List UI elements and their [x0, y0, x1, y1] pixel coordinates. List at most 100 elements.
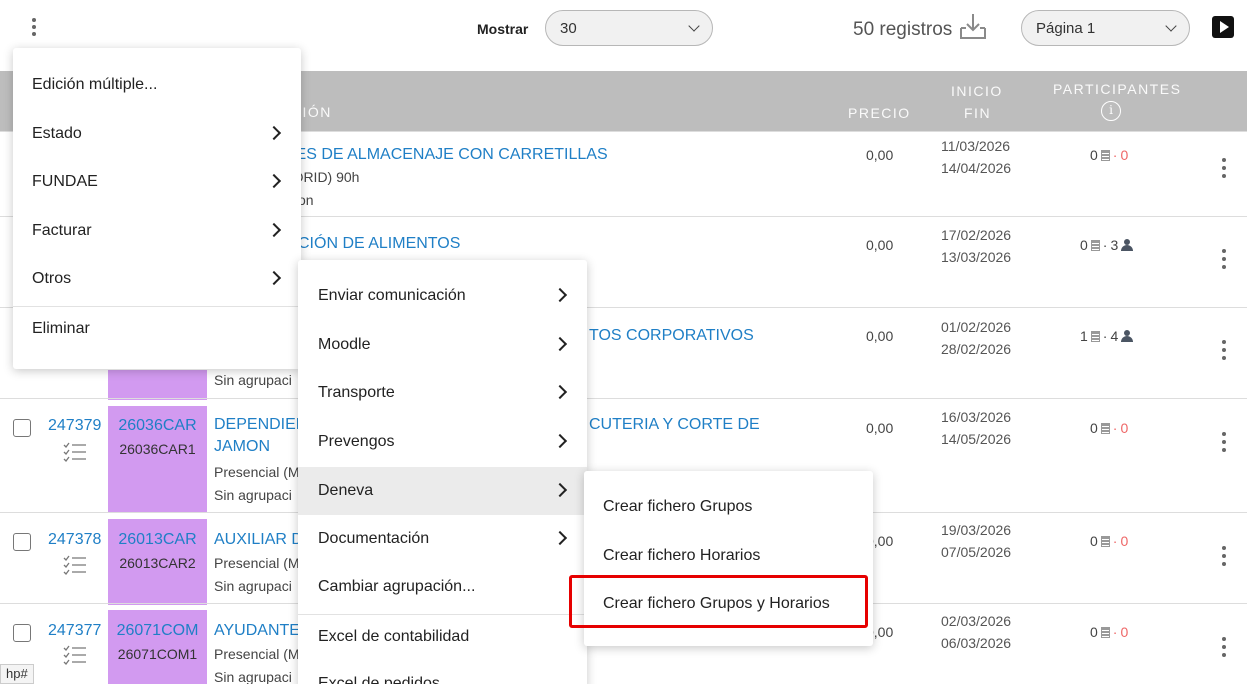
menu-item-label: Transporte [318, 384, 395, 401]
row-title-line2[interactable]: JAMON [214, 436, 270, 458]
row-participants: 0 · 0 [1090, 420, 1129, 436]
menu-item-excel-contabilidad[interactable]: Excel de contabilidad [298, 613, 587, 661]
chevron-right-icon [552, 433, 568, 449]
row-id-link[interactable]: 247379 [48, 417, 101, 435]
row-actions-kebab-icon[interactable] [1219, 432, 1229, 452]
row-title[interactable]: AYUDANTE [214, 620, 300, 642]
menu-item-moodle[interactable]: Moodle [298, 321, 587, 369]
checklist-icon[interactable] [62, 554, 88, 576]
chevron-right-icon [552, 287, 568, 303]
companies-count: 1 [1080, 328, 1088, 344]
col-precio[interactable]: PRECIO [848, 105, 911, 121]
menu-item-edicion-multiple[interactable]: Edición múltiple... [13, 61, 301, 109]
row-actions-kebab-icon[interactable] [1219, 158, 1229, 178]
row-dates: 01/02/2026 28/02/2026 [941, 316, 1011, 360]
row-actions-kebab-icon[interactable] [1219, 340, 1229, 360]
row-title[interactable]: DEPENDIEN [214, 414, 307, 436]
companies-count: 0 [1090, 533, 1098, 549]
menu-item-cambiar-agrupacion[interactable]: Cambiar agrupación... [298, 563, 587, 611]
row-modality: Presencial (M [214, 646, 300, 662]
menu-item-otros[interactable]: Otros [13, 255, 301, 303]
building-icon [1090, 330, 1100, 342]
row-checkbox[interactable] [13, 533, 31, 551]
row-code[interactable]: 26071COM [108, 622, 207, 640]
checklist-icon[interactable] [62, 441, 88, 463]
row-title[interactable]: CIÓN DE ALIMENTOS [298, 233, 460, 255]
row-start-date: 02/03/2026 [941, 613, 1012, 629]
row-dates: 19/03/2026 07/05/2026 [941, 519, 1011, 563]
row-end-date: 28/02/2026 [941, 341, 1012, 357]
checklist-icon[interactable] [62, 644, 88, 666]
row-end-date: 06/03/2026 [941, 635, 1012, 651]
chevron-down-icon [688, 20, 700, 32]
row-checkbox[interactable] [13, 419, 31, 437]
row-title[interactable]: NES DE ALMACENAJE CON CARRETILLAS [284, 144, 608, 166]
chevron-right-icon [266, 270, 282, 286]
bulk-actions-kebab-icon[interactable] [24, 14, 44, 40]
menu-item-label: Edición múltiple... [32, 76, 158, 93]
menu-item-label: Enviar comunicación [318, 287, 466, 304]
row-title[interactable]: AUXILIAR D [214, 529, 303, 551]
menu-item-crear-fichero-horarios[interactable]: Crear fichero Horarios [584, 532, 873, 580]
menu-item-enviar-comunicacion[interactable]: Enviar comunicación [298, 272, 587, 320]
menu-item-transporte[interactable]: Transporte [298, 369, 587, 417]
person-icon [1121, 330, 1134, 342]
page-select[interactable]: Página 1 [1021, 10, 1190, 46]
next-page-button[interactable] [1212, 16, 1234, 38]
row-title[interactable]: TOS CORPORATIVOS [589, 325, 754, 347]
chevron-right-icon [552, 384, 568, 400]
row-dates: 02/03/2026 06/03/2026 [941, 610, 1011, 654]
menu-item-prevengos[interactable]: Prevengos [298, 418, 587, 466]
row-dates: 16/03/2026 14/05/2026 [941, 406, 1011, 450]
menu-item-eliminar[interactable]: Eliminar [13, 305, 301, 353]
menu-item-label: Crear fichero Grupos [603, 498, 753, 515]
bulk-actions-menu: Edición múltiple... Estado FUNDAE Factur… [13, 48, 301, 369]
col-participantes: PARTICIPANTES [1053, 81, 1182, 97]
row-end-date: 13/03/2026 [941, 249, 1012, 265]
row-participants: 0 · 0 [1090, 624, 1129, 640]
row-code-box: 26013CAR 26013CAR2 [108, 519, 207, 605]
menu-item-label: Excel de pedidos [318, 675, 440, 684]
row-checkbox[interactable] [13, 624, 31, 642]
menu-item-label: Deneva [318, 482, 374, 499]
next-arrow-icon [1219, 21, 1229, 33]
row-actions-kebab-icon[interactable] [1219, 637, 1229, 657]
menu-item-estado[interactable]: Estado [13, 110, 301, 158]
row-end-date: 07/05/2026 [941, 544, 1012, 560]
col-inicio[interactable]: INICIO [951, 83, 1003, 99]
menu-item-label: Eliminar [32, 320, 90, 337]
row-dates: 17/02/2026 13/03/2026 [941, 224, 1011, 268]
people-count: 0 [1120, 420, 1129, 436]
building-icon [1100, 422, 1110, 434]
info-icon[interactable]: i [1101, 101, 1121, 121]
row-id-link[interactable]: 247378 [48, 531, 101, 549]
menu-item-facturar[interactable]: Facturar [13, 207, 301, 255]
page-size-select[interactable]: 30 [545, 10, 713, 46]
row-participants: 0 · 3 [1080, 237, 1134, 253]
row-start-date: 19/03/2026 [941, 522, 1012, 538]
row-dates: 11/03/2026 14/04/2026 [941, 135, 1011, 179]
row-id-link[interactable]: 247377 [48, 622, 101, 640]
menu-item-deneva[interactable]: Deneva [298, 467, 587, 515]
row-start-date: 16/03/2026 [941, 409, 1012, 425]
row-code[interactable]: 26036CAR [108, 417, 207, 435]
chevron-right-icon [266, 222, 282, 238]
row-group: Sin agrupaci [214, 578, 292, 594]
menu-item-fundae[interactable]: FUNDAE [13, 158, 301, 206]
chevron-right-icon [552, 530, 568, 546]
companies-count: 0 [1090, 147, 1098, 163]
row-code[interactable]: 26013CAR [108, 531, 207, 549]
menu-item-documentacion[interactable]: Documentación [298, 515, 587, 563]
col-fin[interactable]: FIN [964, 105, 991, 121]
menu-item-excel-pedidos[interactable]: Excel de pedidos [298, 660, 587, 684]
row-actions-kebab-icon[interactable] [1219, 249, 1229, 269]
row-code-box [108, 370, 207, 400]
people-count: 3 [1110, 237, 1119, 253]
row-title-cont[interactable]: CUTERIA Y CORTE DE [589, 414, 760, 436]
building-icon [1100, 149, 1110, 161]
row-actions-kebab-icon[interactable] [1219, 546, 1229, 566]
download-icon[interactable] [956, 10, 990, 44]
highlight-box [569, 575, 868, 628]
row-code-box: 26036CAR 26036CAR1 [108, 406, 207, 513]
menu-item-crear-fichero-grupos[interactable]: Crear fichero Grupos [584, 483, 873, 531]
